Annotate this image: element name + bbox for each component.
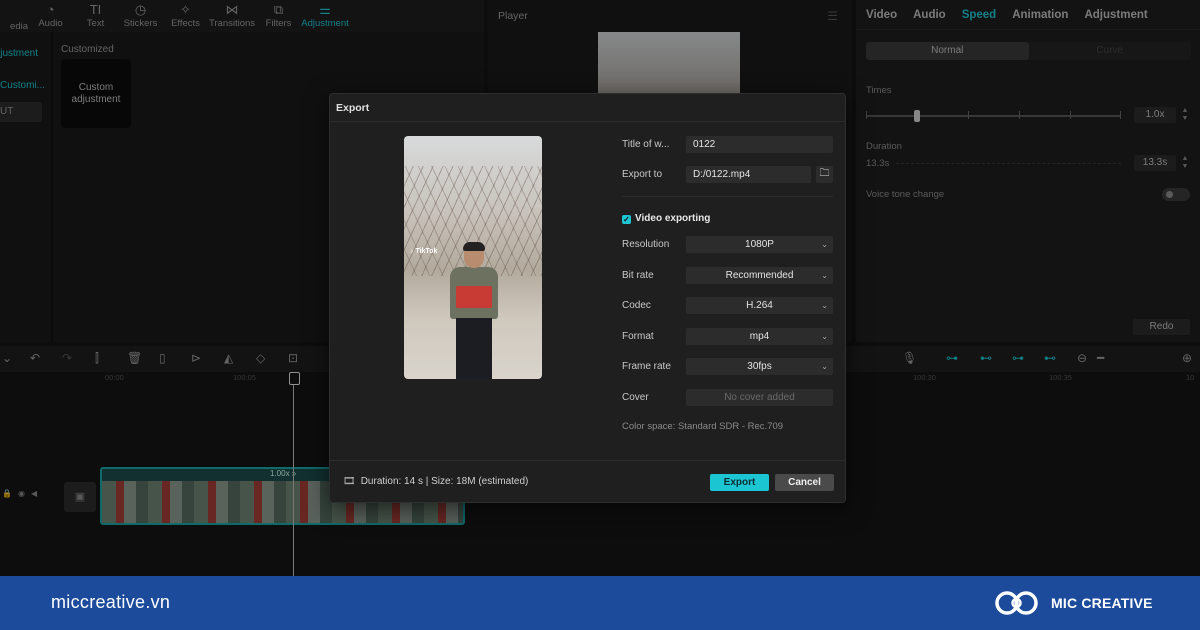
brand-name: MIC CREATIVE [1051, 595, 1153, 611]
checkbox-checked-icon: ✓ [622, 215, 631, 224]
resolution-select[interactable]: 1080P ⌄ [686, 236, 833, 253]
footer-banner: miccreative.vn MIC CREATIVE [0, 576, 1200, 630]
brand-logo: MIC CREATIVE [993, 587, 1153, 619]
export-path-input[interactable]: D:/0122.mp4 [686, 166, 811, 183]
codec-select[interactable]: H.264 ⌄ [686, 297, 833, 314]
framerate-label: Frame rate [622, 361, 671, 372]
select-value: H.264 [746, 300, 773, 311]
divider [622, 196, 833, 197]
bitrate-select[interactable]: Recommended ⌄ [686, 267, 833, 284]
format-label: Format [622, 331, 654, 342]
export-dialog: Export ♪ TikTok Title of w... 0122 Expor… [329, 93, 846, 503]
format-select[interactable]: mp4 ⌄ [686, 328, 833, 345]
video-exporting-checkbox[interactable]: ✓ Video exporting [622, 213, 710, 224]
bitrate-label: Bit rate [622, 270, 654, 281]
export-estimate-text: Duration: 14 s | Size: 18M (estimated) [360, 476, 529, 487]
site-url: miccreative.vn [51, 592, 171, 612]
title-label: Title of w... [622, 139, 670, 150]
export-to-label: Export to [622, 169, 663, 180]
preview-person [448, 242, 500, 379]
select-value: mp4 [749, 331, 770, 342]
dialog-footer: 🎞 Duration: 14 s | Size: 18M (estimated) … [330, 460, 845, 502]
chevron-down-icon: ⌄ [821, 271, 828, 280]
resolution-label: Resolution [622, 239, 670, 250]
chevron-down-icon: ⌄ [821, 362, 828, 371]
export-button[interactable]: Export [710, 474, 769, 491]
chevron-down-icon: ⌄ [821, 332, 828, 341]
export-preview-thumbnail: ♪ TikTok [404, 136, 542, 379]
export-estimate: 🎞 Duration: 14 s | Size: 18M (estimated) [343, 476, 528, 487]
color-space-text: Color space: Standard SDR - Rec.709 [622, 421, 784, 432]
codec-label: Codec [622, 300, 651, 311]
cover-label: Cover [622, 392, 649, 403]
cancel-button[interactable]: Cancel [775, 474, 834, 491]
chevron-down-icon: ⌄ [821, 301, 828, 310]
video-exporting-label: Video exporting [635, 213, 711, 224]
chevron-down-icon: ⌄ [821, 240, 828, 249]
tiktok-watermark: ♪ TikTok [410, 248, 438, 255]
select-value: Recommended [725, 270, 794, 281]
cover-select[interactable]: No cover added [686, 389, 833, 406]
mic-creative-logo-icon [995, 591, 1038, 615]
film-icon: 🎞 [343, 476, 356, 487]
folder-icon[interactable]: 🗀 [816, 166, 833, 183]
title-input[interactable]: 0122 [686, 136, 833, 153]
select-value: 1080P [745, 239, 774, 250]
dialog-title: Export [330, 94, 845, 122]
select-value: 30fps [747, 361, 772, 372]
framerate-select[interactable]: 30fps ⌄ [686, 358, 833, 375]
